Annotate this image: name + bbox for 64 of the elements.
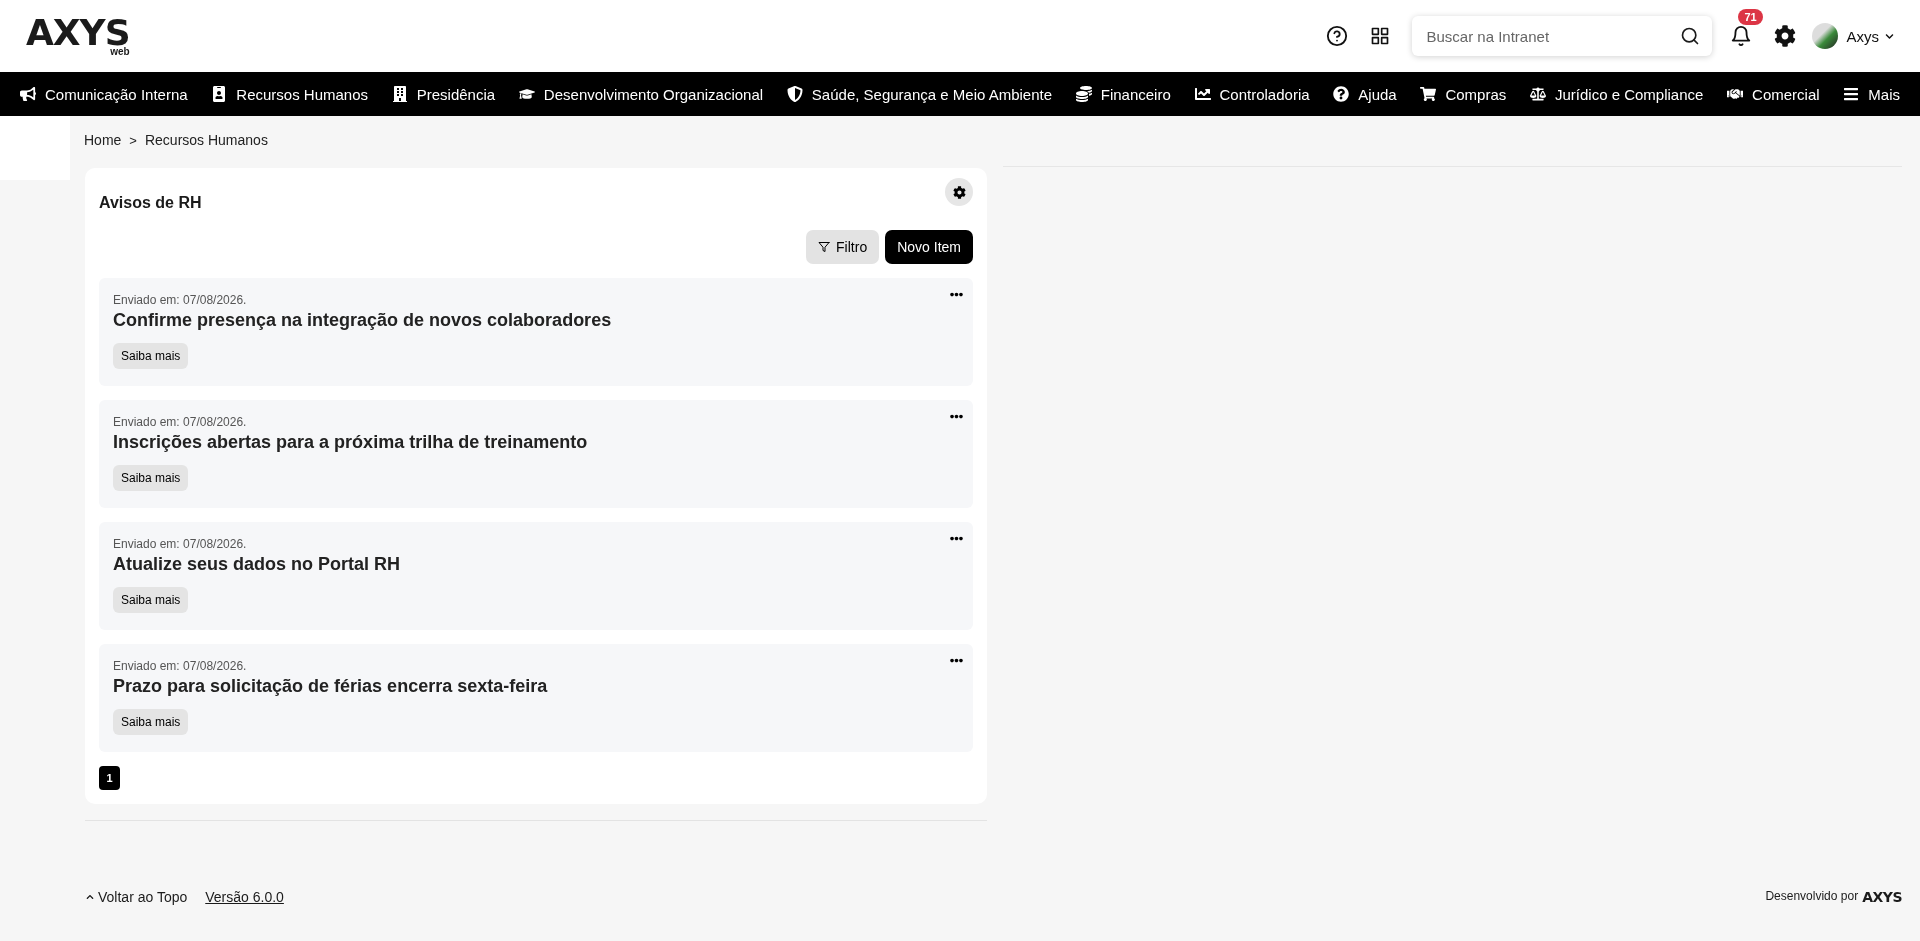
- nav-menu-item[interactable]: Presidência: [391, 85, 496, 103]
- nav-item-icon: [211, 86, 228, 102]
- search-input[interactable]: Buscar na Intranet: [1424, 26, 1681, 46]
- footer-logo: AXYS: [1862, 889, 1902, 905]
- nav-item-icon: [1529, 86, 1546, 102]
- search-icon: [1680, 26, 1701, 46]
- user-menu-button[interactable]: Axys: [1846, 27, 1894, 45]
- notification-count-badge: 71: [1738, 9, 1763, 25]
- logo[interactable]: AXYSweb: [26, 15, 130, 57]
- announcement-title: Inscrições abertas para a próxima trilha de treinamento: [113, 432, 589, 453]
- nav-menu-item[interactable]: Ajuda: [1333, 85, 1397, 103]
- grid-icon: [1370, 26, 1391, 46]
- nav-menu-item[interactable]: Desenvolvimento Organizacional: [518, 85, 764, 103]
- sent-date: Enviado em: 07/08/2026.: [113, 537, 248, 551]
- nav-item-icon: [1843, 86, 1860, 102]
- sent-date: Enviado em: 07/08/2026.: [113, 415, 248, 429]
- nav-item-icon: [1727, 86, 1744, 102]
- nav-menu-item[interactable]: Recursos Humanos: [211, 85, 369, 103]
- bell-icon: [1730, 25, 1753, 47]
- nav-item-icon: [518, 86, 535, 102]
- nav-menu-item[interactable]: Jurídico e Compliance: [1529, 85, 1704, 103]
- nav-menu-item[interactable]: Controladoria: [1194, 85, 1310, 103]
- filter-icon: [818, 241, 831, 253]
- version-link[interactable]: Versão 6.0.0: [205, 889, 284, 905]
- new-item-button[interactable]: Novo Item: [885, 230, 973, 264]
- back-to-top-link[interactable]: Voltar ao Topo: [86, 889, 188, 905]
- card-title: Avisos de RH: [99, 194, 202, 212]
- chevron-up-icon: [86, 893, 94, 901]
- learn-more-button[interactable]: Saiba mais: [113, 465, 189, 491]
- learn-more-button[interactable]: Saiba mais: [113, 343, 189, 369]
- card-settings-button[interactable]: [945, 178, 973, 206]
- nav-menu-item[interactable]: Comercial: [1727, 85, 1820, 103]
- chevron-down-icon: [1885, 31, 1894, 41]
- nav-menu-item[interactable]: Comunicação Interna: [20, 85, 188, 103]
- user-avatar[interactable]: [1812, 23, 1839, 49]
- side-panel: [0, 116, 70, 180]
- learn-more-button[interactable]: Saiba mais: [113, 709, 189, 735]
- nav-menu-item[interactable]: Mais: [1843, 85, 1900, 103]
- announcement-title: Prazo para solicitação de férias encerra sexta-feira: [113, 676, 549, 697]
- logo-subtitle: web: [110, 47, 130, 57]
- nav-menu-item[interactable]: Financeiro: [1075, 85, 1171, 103]
- breadcrumb-link[interactable]: Home: [84, 132, 122, 148]
- learn-more-button[interactable]: Saiba mais: [113, 587, 189, 613]
- sent-date: Enviado em: 07/08/2026.: [113, 659, 248, 673]
- help-icon: [1326, 25, 1349, 47]
- announcement-title: Confirme presença na integração de novos colaboradores: [113, 310, 613, 331]
- nav-item-icon: [786, 86, 803, 102]
- nav-item-icon: [1333, 86, 1350, 102]
- nav-item-icon: [391, 86, 408, 102]
- breadcrumb-separator: >: [129, 132, 137, 148]
- nav-item-icon: [1194, 86, 1211, 102]
- nav-item-icon: [1420, 86, 1437, 102]
- page-button[interactable]: 1: [99, 766, 120, 790]
- filter-button[interactable]: Filtro: [806, 230, 880, 264]
- sent-date: Enviado em: 07/08/2026.: [113, 293, 248, 307]
- announcement-title: Atualize seus dados no Portal RH: [113, 554, 402, 575]
- nav-item-icon: [20, 86, 36, 102]
- settings-icon: [952, 185, 966, 199]
- nav-menu-item[interactable]: Compras: [1420, 85, 1507, 103]
- nav-menu-item[interactable]: Saúde, Segurança e Meio Ambiente: [786, 85, 1053, 103]
- nav-item-icon: [1075, 86, 1092, 102]
- breadcrumb-link[interactable]: Recursos Humanos: [144, 132, 268, 148]
- credit-text: Desenvolvido por: [1765, 889, 1859, 903]
- settings-icon: [1774, 25, 1797, 47]
